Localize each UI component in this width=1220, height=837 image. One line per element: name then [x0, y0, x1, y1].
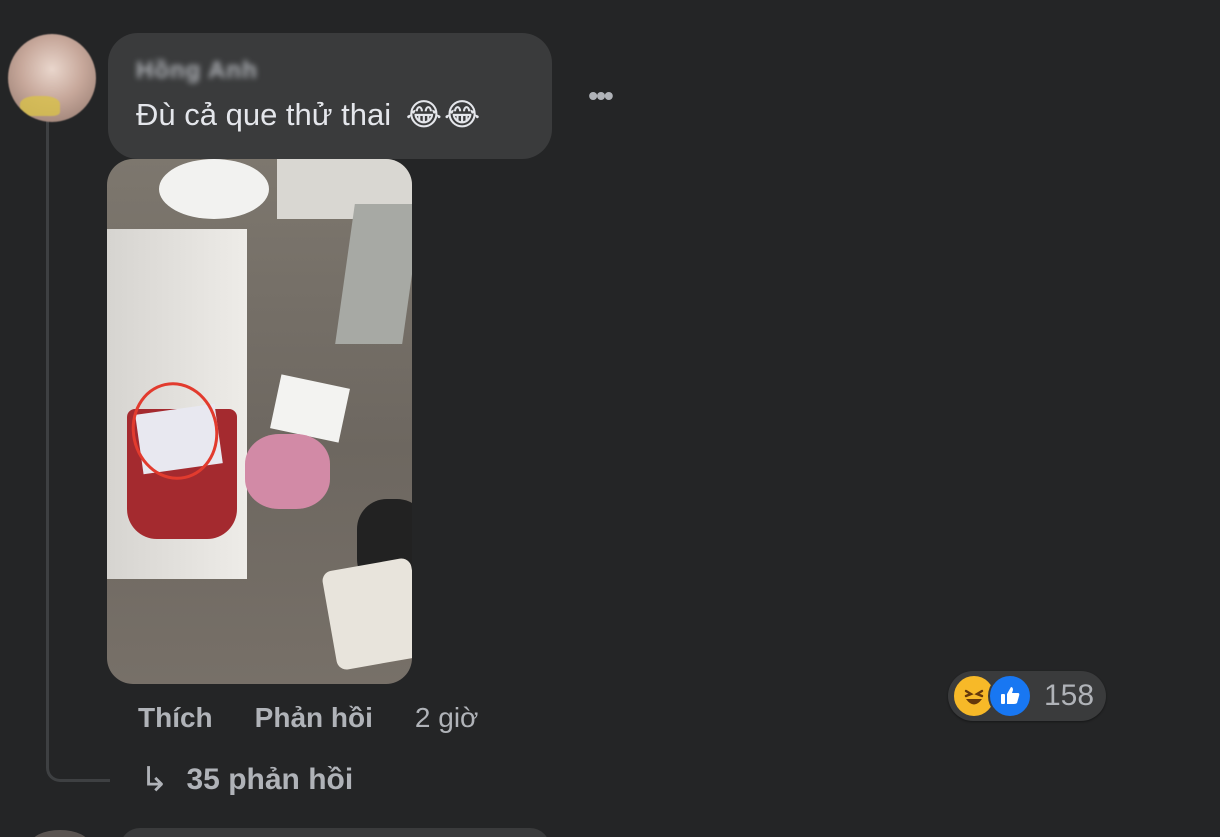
comment-bubble: Hồng Anh Đù cả que thử thai 😂😂 [108, 33, 552, 159]
photo-foam-box [270, 374, 350, 443]
replies-count-label: 35 phản hồi [186, 763, 354, 796]
next-comment-bubble [120, 828, 550, 837]
photo-pink-bag [245, 434, 330, 509]
photo-pipe [335, 204, 412, 344]
more-options-button[interactable]: ••• [578, 78, 622, 114]
next-comment-avatar[interactable] [30, 830, 90, 837]
comment-thread: Hồng Anh Đù cả que thử thai 😂😂 ••• Thích… [0, 0, 1220, 837]
reply-arrow-icon: ↳ [140, 760, 169, 800]
avatar[interactable] [8, 34, 96, 122]
reaction-summary[interactable]: 158 [948, 671, 1107, 721]
like-button[interactable]: Thích [138, 702, 213, 734]
comment-photo[interactable] [107, 159, 412, 684]
comment-body: Đù cả que thử thai [136, 97, 392, 132]
comment-text: Đù cả que thử thai 😂😂 [136, 97, 480, 133]
reaction-count: 158 [1044, 679, 1095, 712]
comment-actions: Thích Phản hồi 2 giờ [138, 700, 478, 736]
comment-timestamp[interactable]: 2 giờ [415, 702, 479, 734]
like-icon [988, 674, 1032, 718]
laughing-emoji-icon: 😂 [405, 97, 442, 133]
thread-connector-line [46, 118, 110, 782]
photo-oysters [321, 556, 412, 672]
reply-button[interactable]: Phản hồi [255, 702, 373, 734]
laughing-emoji-icon: 😂 [444, 97, 481, 133]
author-name[interactable]: Hồng Anh [136, 57, 258, 85]
view-replies-link[interactable]: ↳ 35 phản hồi [140, 760, 353, 800]
photo-plate [159, 159, 269, 219]
